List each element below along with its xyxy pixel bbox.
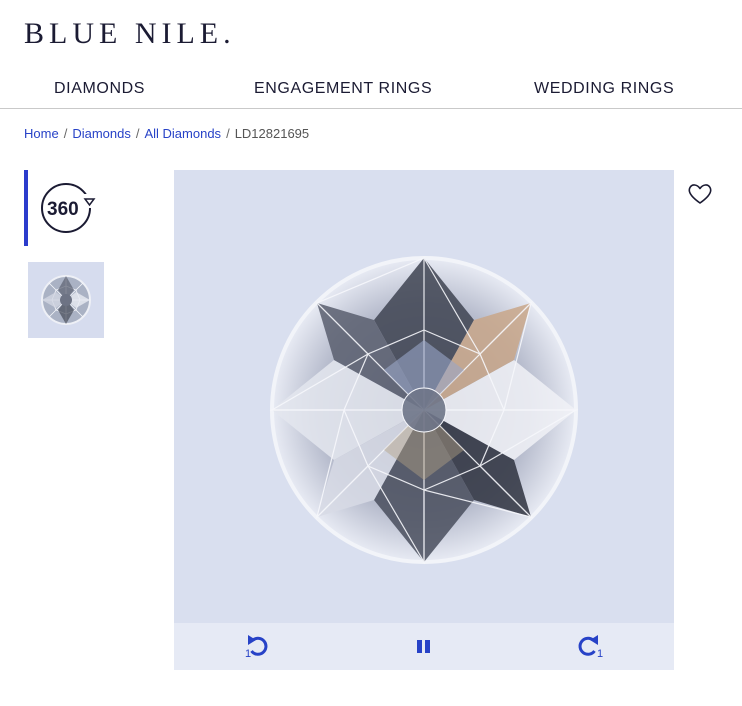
rotate-360-icon: 360 (41, 183, 96, 233)
breadcrumb-diamonds[interactable]: Diamonds (72, 126, 131, 141)
rotate-back-step: 1 (245, 648, 252, 660)
rotate-forward-step: 1 (597, 648, 604, 660)
main-nav: DIAMONDS ENGAGEMENT RINGS WEDDING RINGS (0, 74, 742, 109)
rotate-forward-button[interactable]: 1 (573, 631, 607, 663)
pause-button[interactable] (407, 631, 441, 663)
breadcrumb-separator: / (63, 126, 68, 141)
diamond-360-viewer[interactable] (174, 170, 674, 623)
nav-item-diamonds[interactable]: DIAMONDS (54, 80, 145, 98)
wishlist-button[interactable] (686, 181, 714, 207)
breadcrumb-home[interactable]: Home (24, 126, 59, 141)
breadcrumb-separator: / (135, 126, 140, 141)
breadcrumb-separator: / (226, 126, 230, 141)
breadcrumb: Home / Diamonds / All Diamonds / LD12821695 (24, 126, 309, 141)
diamond-image (269, 256, 579, 565)
thumbnail-360-view[interactable]: 360 (24, 170, 104, 246)
brand-logo[interactable]: BLUE NILE. (24, 16, 236, 52)
pause-icon (417, 640, 430, 653)
thumbnail-360-label: 360 (47, 199, 79, 220)
rotate-back-button[interactable]: 1 (240, 631, 274, 663)
diamond-thumbnail-graphic (41, 275, 91, 325)
nav-item-engagement-rings[interactable]: ENGAGEMENT RINGS (254, 80, 432, 98)
thumbnail-diamond-image[interactable] (28, 262, 104, 338)
viewer-controls: 1 1 (174, 623, 674, 670)
nav-item-wedding-rings[interactable]: WEDDING RINGS (534, 80, 674, 98)
heart-icon (688, 184, 712, 204)
breadcrumb-all-diamonds[interactable]: All Diamonds (144, 126, 221, 141)
breadcrumb-current: LD12821695 (234, 126, 310, 141)
